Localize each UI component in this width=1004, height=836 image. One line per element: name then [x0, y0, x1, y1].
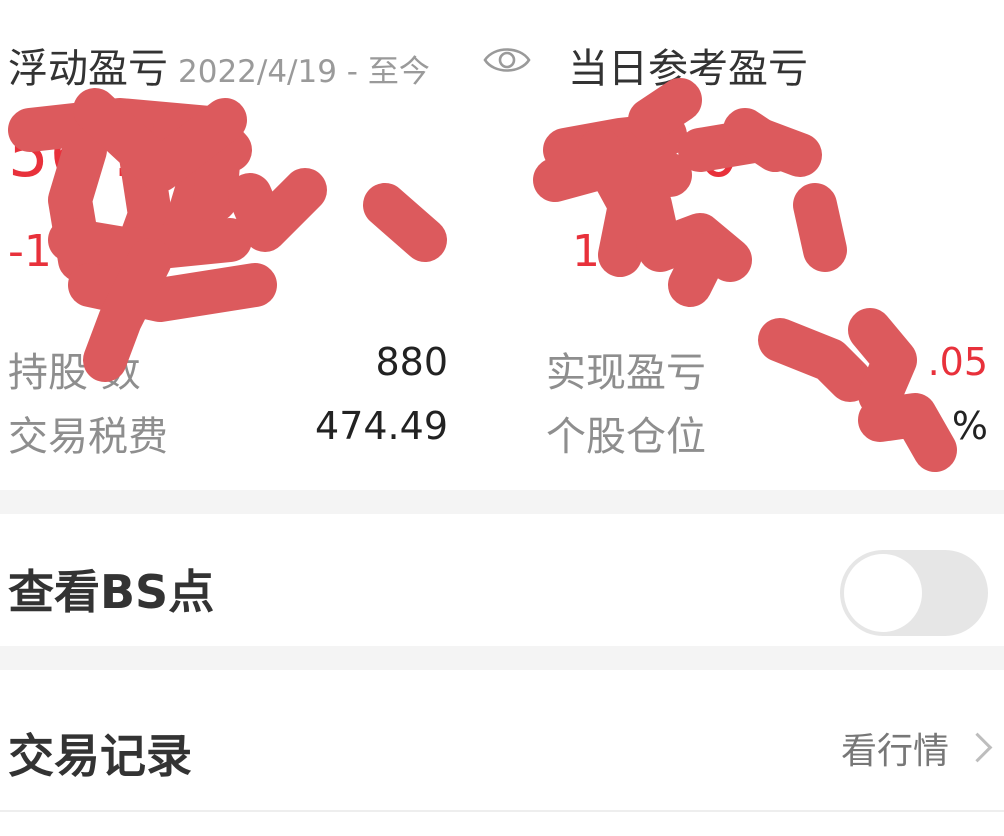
holding-count-label: 持股 数 — [8, 350, 141, 396]
view-bs-points-label: 查看BS点 — [8, 565, 215, 619]
section-divider — [0, 646, 1004, 670]
toggle-knob — [844, 554, 922, 632]
chevron-right-icon — [962, 732, 993, 763]
bs-points-toggle[interactable] — [840, 550, 988, 636]
daily-pl-percent: 1 — [572, 226, 600, 277]
daily-ref-pl-label: 当日参考盈亏 — [568, 46, 808, 92]
trade-record-row[interactable]: 交易记录 看行情 — [0, 670, 1004, 810]
view-bs-points-row[interactable]: 查看BS点 — [0, 514, 1004, 646]
floating-pl-percent: -1 % — [8, 226, 108, 277]
realized-pl-label: 实现盈亏 — [546, 350, 706, 396]
floating-pl-title: 浮动盈亏 2022/4/19 - 至今 — [8, 36, 430, 94]
position-ratio-label: 个股仓位 — [546, 414, 706, 460]
position-ratio-value: % — [951, 404, 988, 448]
floating-pl-label: 浮动盈亏 — [8, 46, 168, 92]
realized-pl-value: .05 — [927, 340, 988, 384]
eye-icon[interactable] — [482, 40, 532, 80]
trade-tax-value: 474.49 — [315, 404, 448, 448]
pl-summary-card: 浮动盈亏 2022/4/19 - 至今 当日参考盈亏 56 .47 -1 % 1 … — [0, 0, 1004, 490]
section-divider — [0, 490, 1004, 514]
trade-record-label: 交易记录 — [8, 729, 192, 783]
daily-pl-amount: 1 .00 — [572, 118, 740, 192]
position-detail-page: 浮动盈亏 2022/4/19 - 至今 当日参考盈亏 56 .47 -1 % 1 … — [0, 0, 1004, 836]
view-market-label: 看行情 — [840, 731, 949, 772]
bottom-divider — [0, 810, 1004, 812]
date-range: 2022/4/19 - 至今 — [178, 54, 430, 90]
view-market-link[interactable]: 看行情 — [840, 722, 993, 774]
holding-count-value: 880 — [375, 340, 448, 384]
floating-pl-amount: 56 .47 — [8, 118, 218, 192]
trade-tax-label: 交易税费 — [8, 414, 168, 460]
